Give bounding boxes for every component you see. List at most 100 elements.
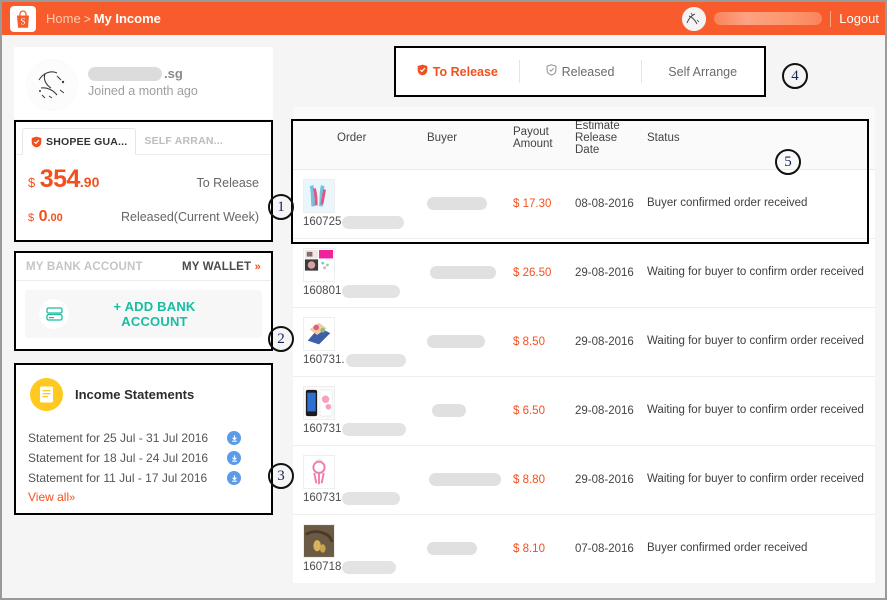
download-icon[interactable] bbox=[227, 431, 241, 445]
page-content: .sg Joined a month ago SHOPEE GUA... SEL… bbox=[2, 35, 885, 598]
release-date: 29-08-2016 bbox=[575, 336, 634, 348]
payout-amount-line2: Amount bbox=[513, 138, 553, 150]
buyer-cell bbox=[423, 376, 509, 445]
balance-body: $ 354.90 To Release $ 0.00 Released(Curr… bbox=[16, 155, 271, 240]
annotation-marker-3: 3 bbox=[268, 463, 294, 489]
product-thumbnail[interactable] bbox=[303, 386, 335, 420]
column-header-buyer[interactable]: Buyer bbox=[423, 107, 509, 169]
table-row[interactable]: 160718 $ 8.10 07-08-2016 Buyer confirmed… bbox=[293, 514, 875, 583]
chevron-right-icon: » bbox=[255, 261, 261, 273]
shop-name: .sg bbox=[88, 66, 198, 81]
payout-amount: $ 17.30 bbox=[513, 198, 551, 210]
order-number-redacted bbox=[342, 561, 396, 574]
download-icon[interactable] bbox=[227, 451, 241, 465]
user-menu: Logout bbox=[682, 2, 879, 35]
sidebar: .sg Joined a month ago SHOPEE GUA... SEL… bbox=[2, 35, 285, 598]
list-item[interactable]: Statement for 11 Jul - 17 Jul 2016 bbox=[28, 468, 259, 488]
order-status: Buyer confirmed order received bbox=[647, 542, 807, 554]
joined-date: Joined a month ago bbox=[88, 84, 198, 98]
order-number: 160718 bbox=[303, 561, 419, 574]
document-icon bbox=[30, 378, 63, 411]
order-number: 160731. bbox=[303, 354, 419, 367]
order-status: Waiting for buyer to confirm order recei… bbox=[647, 335, 864, 347]
my-bank-account-tab[interactable]: MY BANK ACCOUNT bbox=[26, 261, 143, 273]
order-cell: 160731 bbox=[293, 376, 423, 445]
bank-account-card: MY BANK ACCOUNT MY WALLET » + ADD BANK A… bbox=[14, 251, 273, 351]
bank-card-header: MY BANK ACCOUNT MY WALLET » bbox=[16, 253, 271, 281]
download-icon[interactable] bbox=[227, 471, 241, 485]
to-release-integer: 354 bbox=[40, 165, 80, 193]
order-number-text: 160801 bbox=[303, 285, 341, 297]
list-item[interactable]: Statement for 18 Jul - 24 Jul 2016 bbox=[28, 448, 259, 468]
column-header-order[interactable]: Order bbox=[293, 107, 423, 169]
order-number-text: 160718 bbox=[303, 561, 341, 573]
release-date: 08-08-2016 bbox=[575, 198, 634, 210]
shop-name-suffix: .sg bbox=[164, 66, 183, 81]
payout-amount: $ 26.50 bbox=[513, 267, 551, 279]
order-number-text: 160731 bbox=[303, 492, 341, 504]
order-number-redacted bbox=[346, 354, 406, 367]
shop-avatar[interactable] bbox=[26, 59, 78, 111]
add-bank-account-button[interactable]: + ADD BANK ACCOUNT bbox=[25, 290, 262, 338]
column-header-status[interactable]: Status bbox=[643, 107, 875, 169]
release-date-cell: 29-08-2016 bbox=[571, 307, 643, 376]
status-cell: Waiting for buyer to confirm order recei… bbox=[643, 307, 875, 376]
table-row[interactable]: 160731. $ 8.50 29-08-2016 Waiting for bu… bbox=[293, 307, 875, 376]
tab-released[interactable]: Released bbox=[519, 48, 642, 95]
to-release-row: $ 354.90 To Release bbox=[28, 165, 259, 194]
shop-name-redacted bbox=[88, 67, 162, 81]
order-number-redacted bbox=[342, 285, 400, 298]
my-wallet-link[interactable]: MY WALLET » bbox=[182, 261, 261, 273]
order-cell: 160718 bbox=[293, 514, 423, 583]
order-number: 160801 bbox=[303, 285, 419, 298]
order-status: Waiting for buyer to confirm order recei… bbox=[647, 473, 864, 485]
tab-self-arrange-balance[interactable]: SELF ARRAN... bbox=[136, 128, 231, 154]
buyer-redacted bbox=[427, 542, 477, 555]
buyer-redacted bbox=[430, 266, 496, 279]
payout-amount-cell: $ 26.50 bbox=[509, 238, 571, 307]
statement-label: Statement for 11 Jul - 17 Jul 2016 bbox=[28, 471, 207, 485]
product-thumbnail[interactable] bbox=[303, 455, 335, 489]
app-window: S Home > My Income Logout bbox=[0, 0, 887, 600]
username-redacted bbox=[714, 12, 822, 25]
buyer-cell bbox=[423, 169, 509, 238]
release-date-cell: 08-08-2016 bbox=[571, 169, 643, 238]
order-number-text: 160725 bbox=[303, 216, 341, 228]
shopee-bag-icon[interactable]: S bbox=[10, 6, 36, 32]
product-thumbnail[interactable] bbox=[303, 317, 335, 351]
add-bank-account-label: + ADD BANK ACCOUNT bbox=[79, 299, 230, 329]
column-header-estimate-release-date[interactable]: Estimate Release Date bbox=[571, 107, 643, 169]
column-header-payout-amount[interactable]: Payout Amount bbox=[509, 107, 571, 169]
income-statements-title: Income Statements bbox=[75, 387, 194, 402]
order-status: Buyer confirmed order received bbox=[647, 197, 807, 209]
date-line3: Date bbox=[575, 144, 599, 156]
date-line1: Estimate bbox=[575, 120, 620, 132]
breadcrumb-home[interactable]: Home bbox=[46, 11, 81, 26]
table-row[interactable]: 160731 $ 8.80 29-08-2016 Waiting for buy… bbox=[293, 445, 875, 514]
svg-text:S: S bbox=[20, 16, 25, 26]
tab-to-release[interactable]: To Release bbox=[396, 48, 519, 95]
table-row[interactable]: 160731 $ 6.50 29-08-2016 Waiting for buy… bbox=[293, 376, 875, 445]
logout-button[interactable]: Logout bbox=[839, 11, 879, 26]
chevron-right-icon: » bbox=[69, 492, 75, 504]
shop-info: .sg Joined a month ago bbox=[88, 59, 198, 98]
list-item[interactable]: Statement for 25 Jul - 31 Jul 2016 bbox=[28, 428, 259, 448]
product-thumbnail[interactable] bbox=[303, 179, 335, 213]
avatar[interactable] bbox=[682, 7, 706, 31]
tab-shopee-guarantee[interactable]: SHOPEE GUA... bbox=[22, 128, 136, 155]
product-thumbnail[interactable] bbox=[303, 248, 335, 282]
product-thumbnail[interactable] bbox=[303, 524, 335, 558]
shield-icon bbox=[417, 64, 428, 79]
tab-to-release-label: To Release bbox=[433, 65, 498, 79]
view-all-link[interactable]: View all» bbox=[28, 490, 259, 504]
tab-self-arrange[interactable]: Self Arrange bbox=[641, 48, 764, 95]
order-cell: 160801 bbox=[293, 238, 423, 307]
release-date: 29-08-2016 bbox=[575, 474, 634, 486]
release-date: 07-08-2016 bbox=[575, 543, 634, 555]
currency-symbol: $ bbox=[28, 212, 34, 224]
table-row[interactable]: 160801 $ 26.50 29-08-2016 Waiting for bu… bbox=[293, 238, 875, 307]
buyer-redacted bbox=[429, 473, 501, 486]
order-status-tabs: To Release Released Self Arrange bbox=[394, 46, 766, 97]
table-row[interactable]: 160725 $ 17.30 08-08-2016 Buyer confirme… bbox=[293, 169, 875, 238]
release-date-cell: 29-08-2016 bbox=[571, 376, 643, 445]
